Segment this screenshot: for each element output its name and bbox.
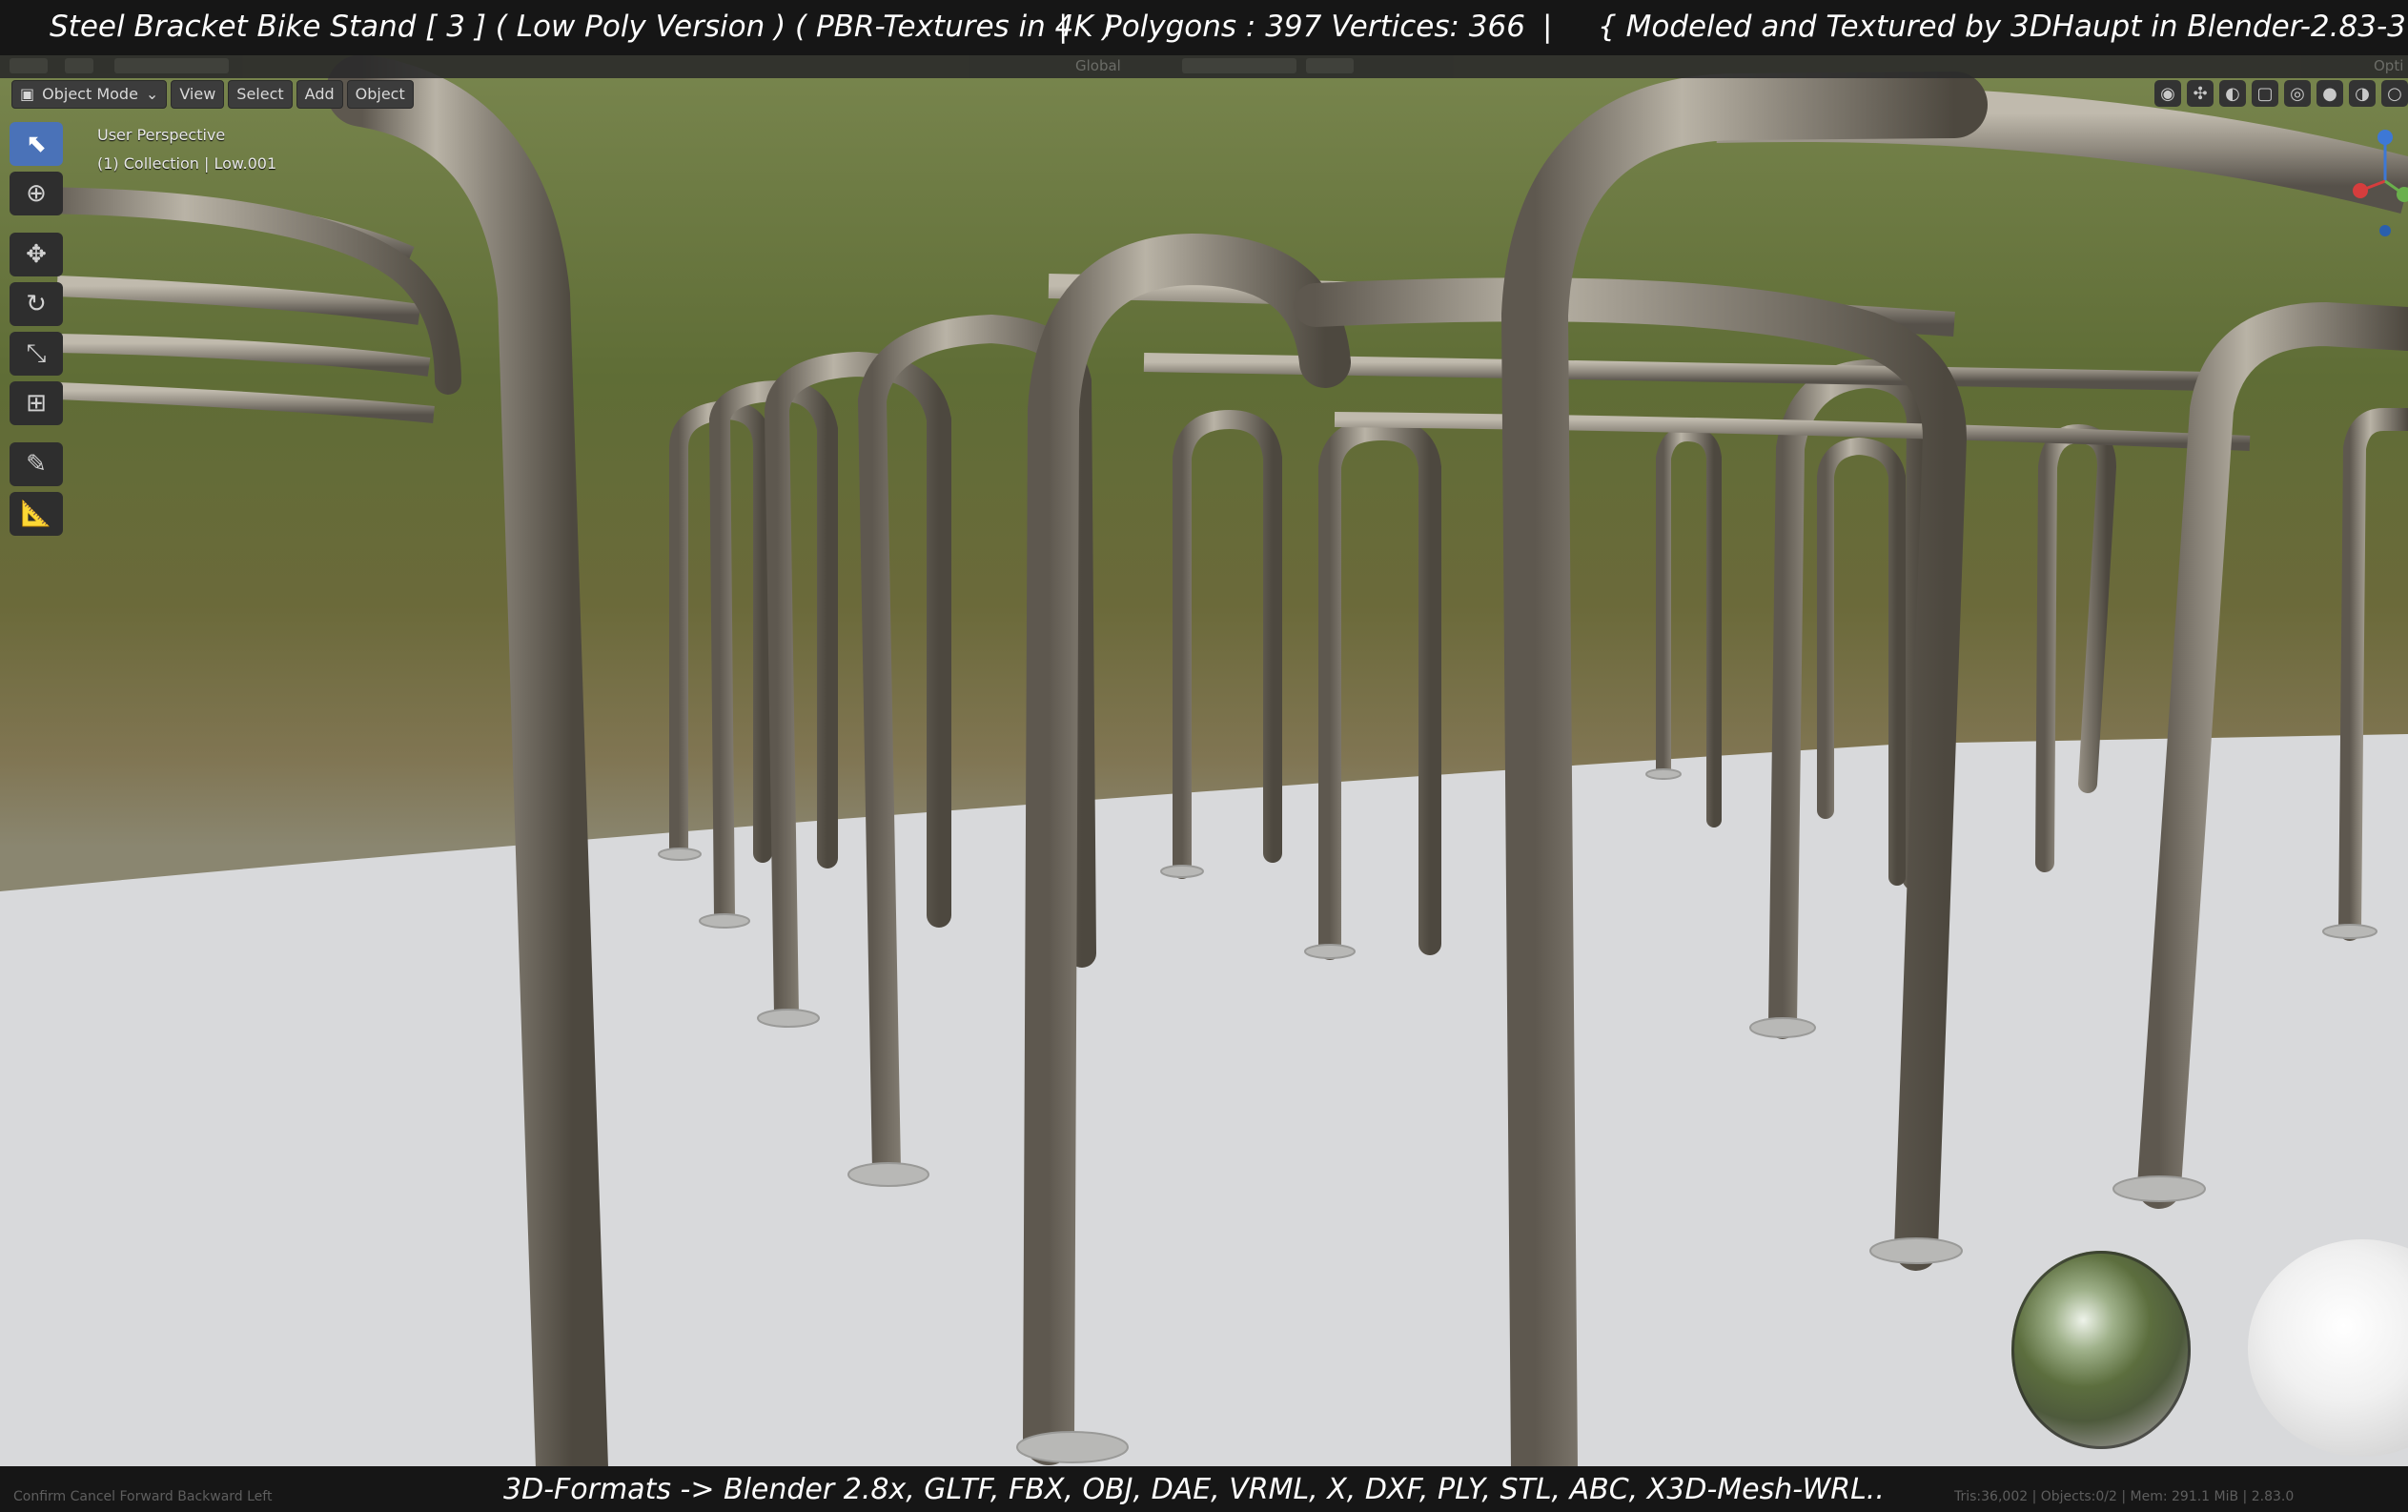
viewport-shading-controls: ◉ ✣ ◐ ▢ ◎ ● ◑ ○ bbox=[2154, 80, 2408, 107]
move-tool[interactable]: ✥ bbox=[10, 233, 63, 276]
annotate-tool-icon: ✎ bbox=[26, 450, 47, 479]
overlay-toggle-icon[interactable]: ◐ bbox=[2219, 80, 2246, 107]
measure-tool[interactable]: 📐 bbox=[10, 492, 63, 536]
export-formats-caption: 3D-Formats -> Blender 2.8x, GLTF, FBX, O… bbox=[503, 1473, 1885, 1506]
snapping-controls[interactable] bbox=[1182, 58, 1296, 73]
select-box-tool-icon: ⬉ bbox=[26, 130, 47, 158]
object-menu[interactable]: Object bbox=[346, 80, 414, 109]
solid-shading-icon[interactable]: ● bbox=[2316, 80, 2343, 107]
material-shading-icon[interactable]: ◑ bbox=[2349, 80, 2376, 107]
view-perspective-label: User Perspective bbox=[97, 126, 226, 144]
hdri-preview-sphere bbox=[2011, 1251, 2191, 1449]
wireframe-shading-icon[interactable]: ◎ bbox=[2284, 80, 2311, 107]
cursor-tool[interactable]: ⊕ bbox=[10, 172, 63, 215]
object-mode-label: Object Mode bbox=[42, 85, 138, 103]
viewport-tool-header: Global Opti bbox=[0, 55, 2408, 78]
title-segment-credit: { Modeled and Textured by 3DHaupt in Ble… bbox=[1598, 10, 2408, 44]
visibility-icon[interactable]: ◉ bbox=[2154, 80, 2181, 107]
title-segment-stats: Polygons : 397 Vertices: 366 bbox=[1104, 10, 1525, 44]
rotate-tool[interactable]: ↻ bbox=[10, 282, 63, 326]
measure-tool-icon: 📐 bbox=[20, 500, 52, 528]
title-separator: | bbox=[1542, 10, 1553, 44]
add-menu[interactable]: Add bbox=[296, 80, 343, 109]
video-title-bar: Steel Bracket Bike Stand [ 3 ] ( Low Pol… bbox=[0, 0, 2408, 55]
title-segment-model: Steel Bracket Bike Stand [ 3 ] ( Low Pol… bbox=[50, 10, 1114, 44]
editor-type-icon[interactable] bbox=[10, 58, 48, 73]
scale-tool[interactable]: ⤡ bbox=[10, 332, 63, 376]
gizmo-toggle-icon[interactable]: ✣ bbox=[2187, 80, 2214, 107]
active-object-label: (1) Collection | Low.001 bbox=[97, 154, 277, 173]
rotate-tool-icon: ↻ bbox=[26, 290, 47, 318]
move-tool-icon: ✥ bbox=[26, 240, 47, 269]
proportional-editing-icon[interactable] bbox=[1306, 58, 1354, 73]
annotate-tool[interactable]: ✎ bbox=[10, 442, 63, 486]
view-menu[interactable]: View bbox=[171, 80, 225, 109]
scale-tool-icon: ⤡ bbox=[26, 338, 47, 368]
navigation-gizmo[interactable] bbox=[2347, 124, 2408, 238]
select-box-tool[interactable]: ⬉ bbox=[10, 122, 63, 166]
object-mode-dropdown[interactable]: ▣ Object Mode ⌄ bbox=[11, 80, 168, 109]
tool-shelf: ⬉ ⊕ ✥ ↻ ⤡ ⊞ ✎ 📐 bbox=[10, 122, 63, 536]
selection-mode-buttons[interactable] bbox=[114, 58, 229, 73]
chevron-down-icon: ⌄ bbox=[145, 85, 159, 103]
xray-toggle-icon[interactable]: ▢ bbox=[2252, 80, 2278, 107]
cursor-tool-icon: ⊕ bbox=[26, 179, 47, 208]
status-scene-stats: Tris:36,002 | Objects:0/2 | Mem: 291.1 M… bbox=[1954, 1489, 2295, 1504]
viewport-menu-bar: ▣ Object Mode ⌄ View Select Add Object bbox=[11, 80, 414, 109]
options-menu[interactable]: Opti bbox=[2374, 57, 2403, 74]
object-mode-icon: ▣ bbox=[20, 85, 35, 103]
rendered-shading-icon[interactable]: ○ bbox=[2381, 80, 2408, 107]
transform-orientation-dropdown[interactable]: Global bbox=[1075, 57, 1121, 74]
transform-tool-icon: ⊞ bbox=[26, 389, 47, 418]
transform-tool[interactable]: ⊞ bbox=[10, 381, 63, 425]
title-separator: | bbox=[1058, 10, 1069, 44]
select-menu[interactable]: Select bbox=[228, 80, 293, 109]
status-shortcuts: Confirm Cancel Forward Backward Left bbox=[13, 1489, 273, 1504]
select-mode-icon[interactable] bbox=[65, 58, 93, 73]
